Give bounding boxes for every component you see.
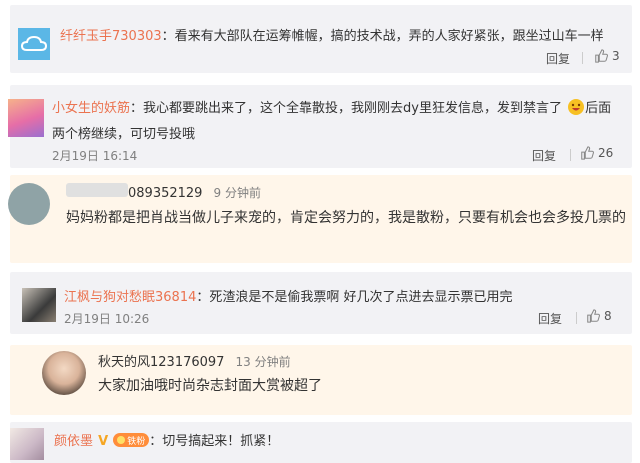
like-button[interactable]: 8 — [586, 309, 612, 323]
username-link[interactable]: 纤纤玉手730303 — [60, 29, 162, 44]
comment-body: 颜依墨 V 铁粉 ：切号搞起来！抓紧！ — [54, 430, 279, 449]
comment-text: 大家加油哦时尚杂志封面大赏被超了 — [98, 378, 322, 394]
comment-feed: 纤纤玉手730303：看来有大部队在运筹帷幄，搞的技术战，弄的人家好紧张，跟坐过… — [0, 0, 640, 463]
comment-text: 妈妈粉都是把肖战当做儿子来宠的，肯定会努力的，我是散粉，只要有机会也会多投几票的 — [66, 210, 626, 226]
comment-text: ：死渣浪是不是偷我票啊 好几次了点进去显示票已用完 — [196, 290, 513, 305]
fan-badge-icon: 铁粉 — [113, 433, 150, 447]
avatar[interactable] — [18, 28, 50, 60]
comment-text-tail: 后面 — [585, 101, 612, 116]
username-link[interactable]: 秋天的风123176097 — [98, 355, 224, 370]
divider — [576, 312, 577, 324]
like-button[interactable]: 3 — [594, 49, 620, 63]
reply-button[interactable]: 回复 — [532, 147, 556, 164]
comment-body: 江枫与狗对愁眠36814：死渣浪是不是偷我票啊 好几次了点进去显示票已用完 — [64, 286, 513, 305]
username-link[interactable]: 颜依墨 — [54, 434, 93, 449]
grin-emoji-icon — [568, 99, 585, 115]
fan-badge-label: 铁粉 — [127, 436, 146, 447]
username-link[interactable]: 089352129 — [128, 186, 202, 201]
comment-header: 089352129 9 分钟前 — [128, 182, 261, 201]
divider — [570, 149, 571, 161]
comment-card: 089352129 9 分钟前 妈妈粉都是把肖战当做儿子来宠的，肯定会努力的，我… — [8, 175, 632, 263]
reply-button[interactable]: 回复 — [538, 310, 562, 327]
avatar[interactable] — [22, 288, 56, 322]
username-blurred — [66, 183, 128, 197]
avatar[interactable] — [10, 428, 44, 460]
like-button[interactable]: 26 — [580, 146, 613, 160]
comment-text: ：我心都要跳出来了，这个全靠散投，我刚刚去dy里狂发信息，发到禁言了 — [130, 101, 562, 116]
comment-text: ：看来有大部队在运筹帷幄，搞的技术战，弄的人家好紧张，跟坐过山车一样 — [161, 29, 604, 44]
verified-v-icon: V — [98, 434, 109, 449]
username-link[interactable]: 小女生的妖筋 — [52, 101, 130, 116]
comment-body: 纤纤玉手730303：看来有大部队在运筹帷幄，搞的技术战，弄的人家好紧张，跟坐过… — [60, 25, 604, 44]
divider — [582, 52, 583, 64]
comment-body: 小女生的妖筋：我心都要跳出来了，这个全靠散投，我刚刚去dy里狂发信息，发到禁言了… — [52, 97, 611, 116]
comment-card: 颜依墨 V 铁粉 ：切号搞起来！抓紧！ — [10, 422, 632, 463]
comment-header: 秋天的风123176097 13 分钟前 — [98, 351, 291, 370]
avatar[interactable] — [8, 183, 50, 225]
timestamp: 2月19日 10:26 — [64, 312, 150, 326]
comment-card: 小女生的妖筋：我心都要跳出来了，这个全靠散投，我刚刚去dy里狂发信息，发到禁言了… — [8, 85, 632, 168]
comment-card: 秋天的风123176097 13 分钟前 大家加油哦时尚杂志封面大赏被超了 — [10, 345, 632, 415]
like-count: 3 — [612, 49, 620, 63]
thumbs-up-icon — [595, 49, 608, 63]
comment-text: ：切号搞起来！抓紧！ — [149, 434, 280, 449]
thumbs-up-icon — [587, 309, 600, 323]
avatar[interactable] — [42, 351, 86, 395]
avatar[interactable] — [8, 99, 44, 137]
like-count: 8 — [604, 309, 612, 323]
like-count: 26 — [598, 146, 614, 160]
comment-card: 江枫与狗对愁眠36814：死渣浪是不是偷我票啊 好几次了点进去显示票已用完 2月… — [10, 272, 632, 334]
comment-card: 纤纤玉手730303：看来有大部队在运筹帷幄，搞的技术战，弄的人家好紧张，跟坐过… — [10, 5, 632, 73]
comment-text-line2: 两个榜继续，可切号投哦 — [52, 127, 196, 142]
cloud-icon — [20, 35, 48, 51]
timestamp: 9 分钟前 — [213, 186, 261, 200]
username-link[interactable]: 江枫与狗对愁眠36814 — [64, 290, 196, 305]
thumbs-up-icon — [581, 146, 594, 160]
timestamp: 2月19日 16:14 — [52, 149, 138, 163]
reply-button[interactable]: 回复 — [546, 50, 570, 67]
timestamp: 13 分钟前 — [235, 355, 291, 369]
